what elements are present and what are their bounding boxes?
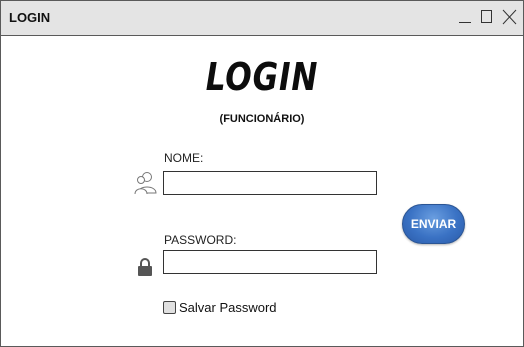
maximize-icon — [481, 10, 492, 23]
close-button[interactable] — [501, 6, 517, 28]
submit-button[interactable]: ENVIAR — [402, 204, 465, 244]
window-controls — [457, 6, 517, 28]
minimize-button[interactable] — [457, 6, 473, 28]
user-icon — [134, 171, 158, 200]
lock-icon — [137, 257, 153, 282]
name-field[interactable] — [163, 171, 377, 195]
name-label: NOME: — [164, 151, 204, 165]
window-title: LOGIN — [9, 10, 51, 25]
password-label: PASSWORD: — [164, 233, 237, 247]
close-icon — [502, 9, 517, 25]
page-title: LOGIN — [205, 55, 319, 99]
remember-password-label[interactable]: Salvar Password — [179, 300, 277, 315]
login-window: LOGIN LOGIN (FUNCIONÁRIO) NOME: PASSWORD… — [0, 0, 524, 347]
remember-password-checkbox[interactable] — [163, 301, 176, 314]
page-subtitle: (FUNCIONÁRIO) — [219, 113, 305, 125]
title-bar[interactable]: LOGIN — [1, 1, 523, 36]
maximize-button[interactable] — [479, 6, 495, 28]
password-field[interactable] — [163, 250, 377, 274]
minimize-icon — [459, 22, 471, 23]
